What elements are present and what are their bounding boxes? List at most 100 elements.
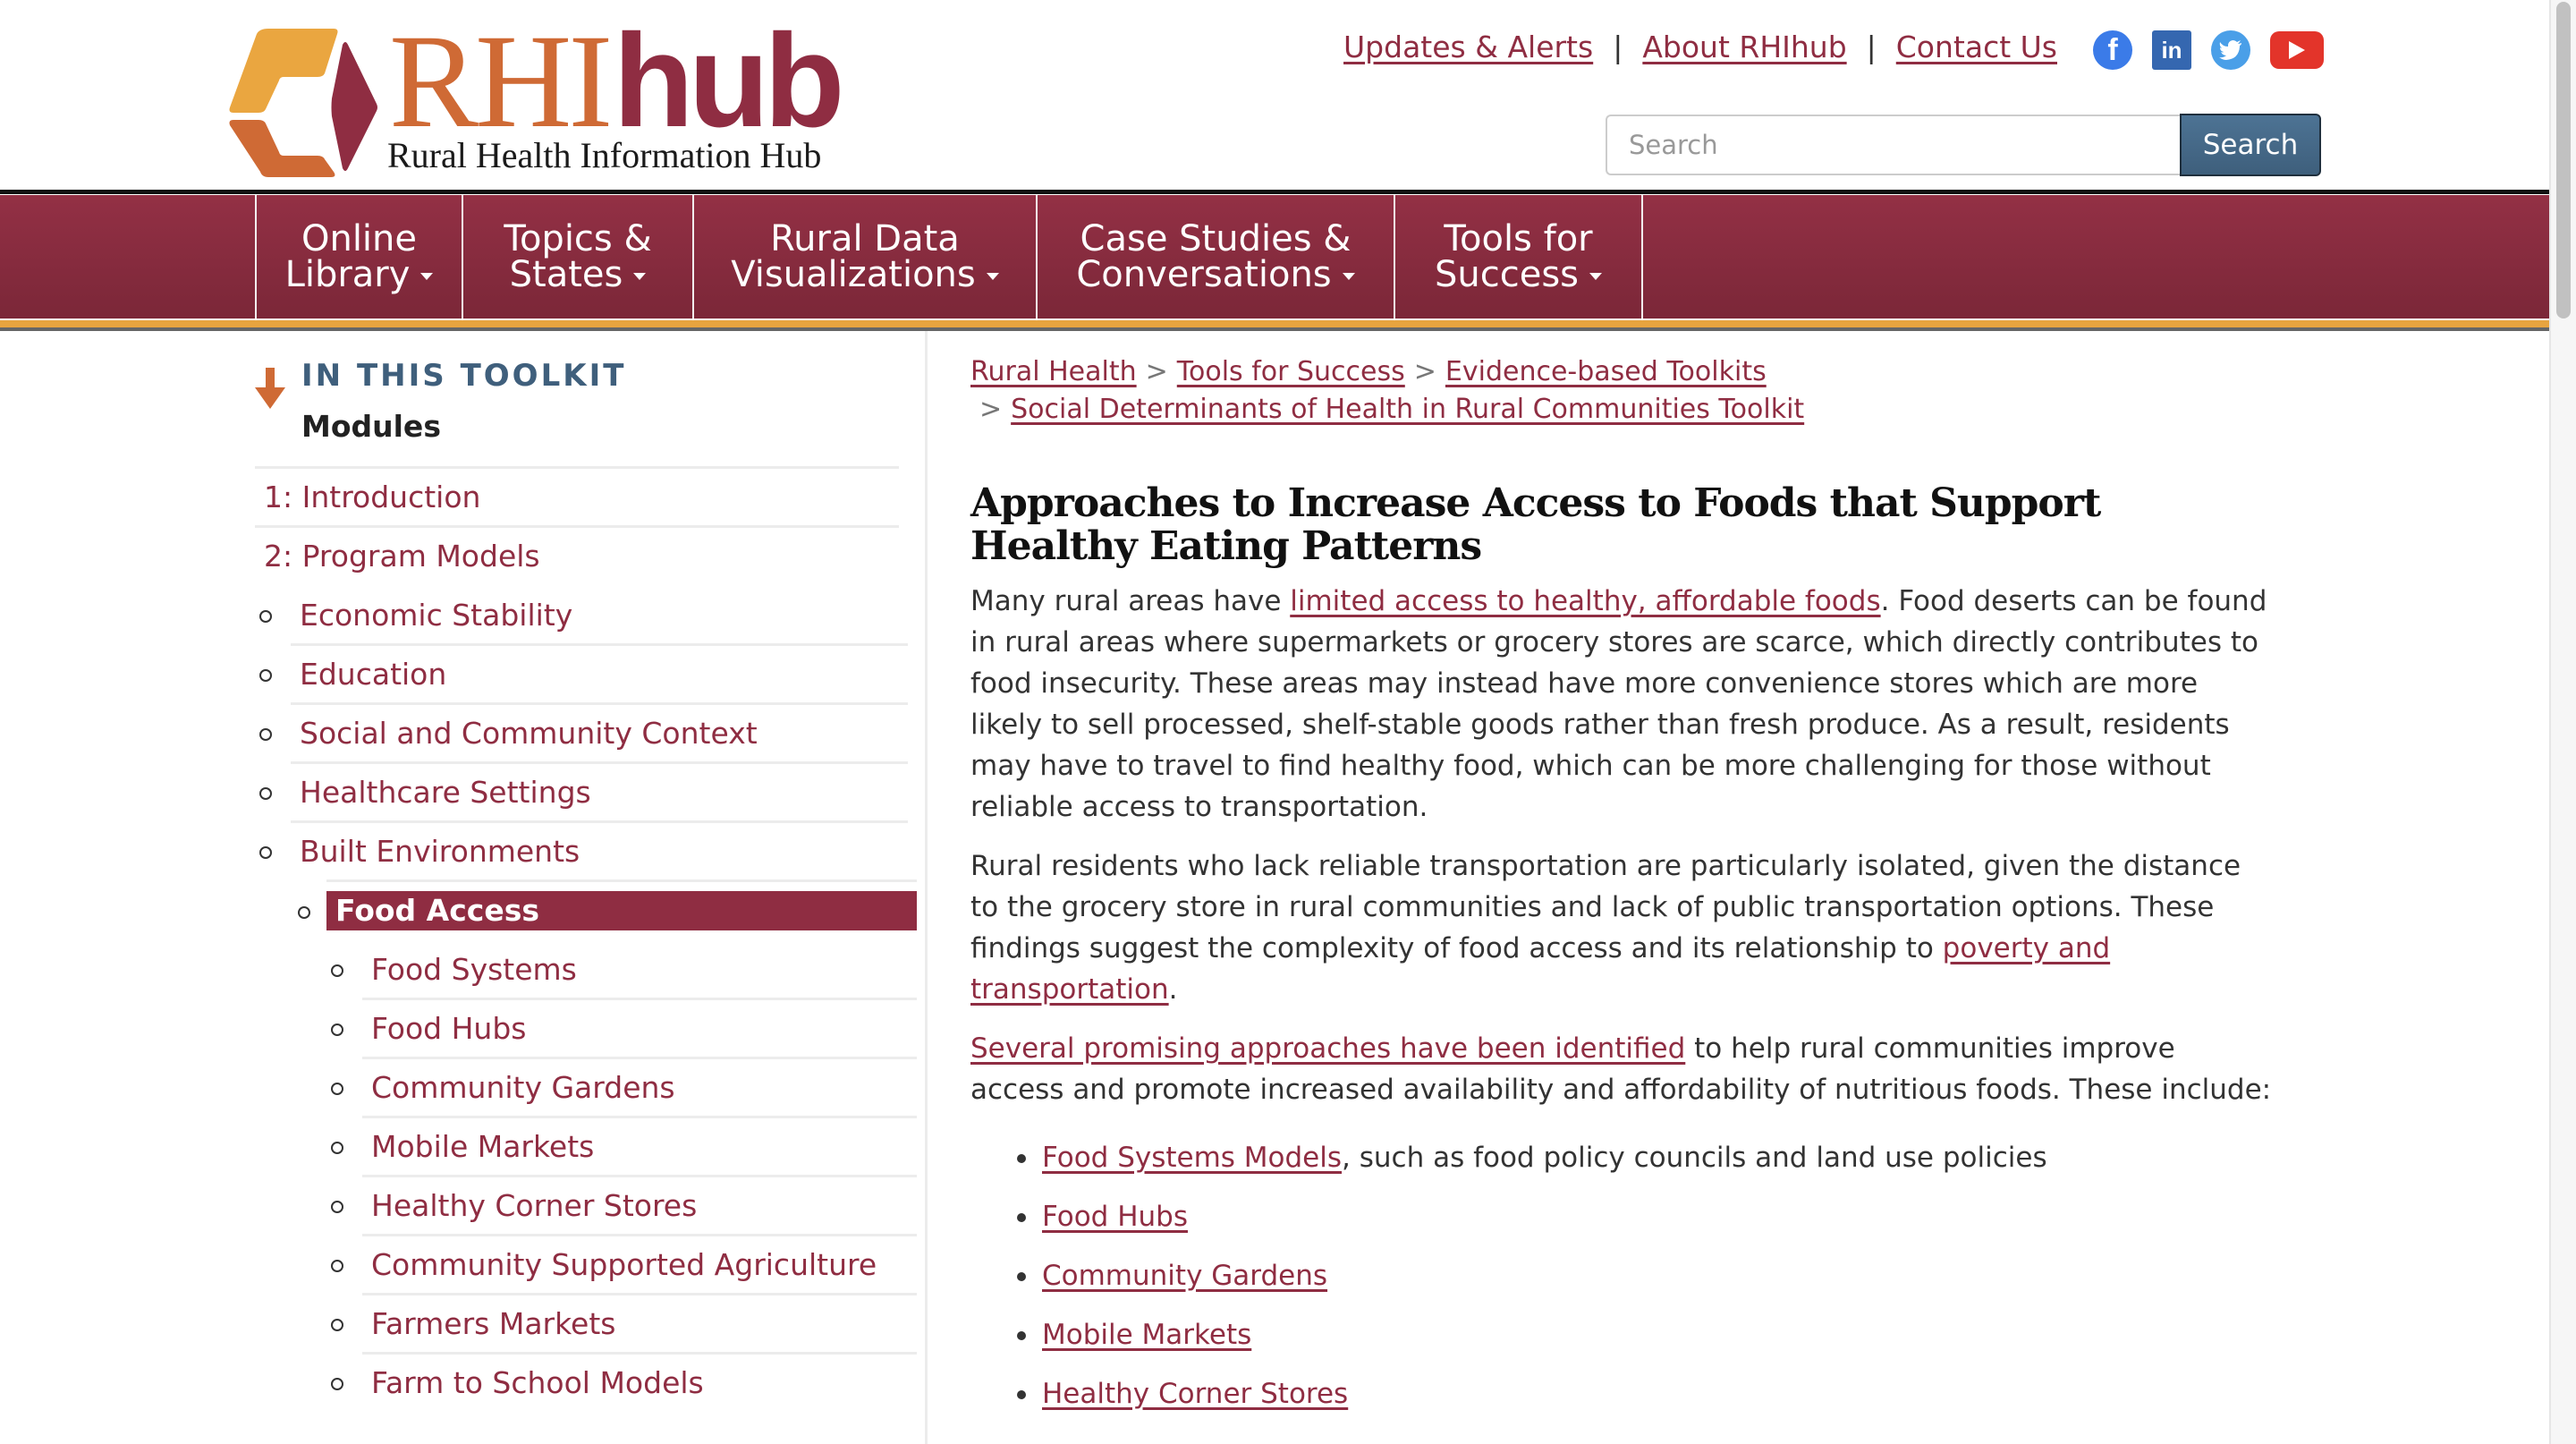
sidebar-item-label: Farm to School Models xyxy=(371,1365,704,1400)
bullet-dot-icon xyxy=(1017,1390,1026,1399)
mobile-markets-link[interactable]: Mobile Markets xyxy=(1042,1319,1251,1351)
list-item: Food Hubs xyxy=(1017,1196,2276,1237)
circle-bullet-icon xyxy=(331,964,343,977)
logo-hub: hub xyxy=(613,7,844,155)
nav-case-studies-conversations[interactable]: Case Studies & Conversations xyxy=(1036,195,1394,319)
paragraph-transportation: Rural residents who lack reliable transp… xyxy=(970,845,2276,1010)
bullet-dot-icon xyxy=(1017,1154,1026,1163)
facebook-icon[interactable]: f xyxy=(2093,30,2132,70)
circle-bullet-icon xyxy=(259,610,272,623)
play-icon xyxy=(2289,41,2305,59)
circle-bullet-icon xyxy=(298,906,310,919)
sidebar-item-introduction[interactable]: 1: Introduction xyxy=(255,466,899,525)
limited-access-link[interactable]: limited access to healthy, affordable fo… xyxy=(1290,585,1880,617)
scrollbar-thumb[interactable] xyxy=(2556,2,2571,319)
toolkit-heading[interactable]: IN THIS TOOLKIT xyxy=(255,353,917,409)
breadcrumb: Rural Health > Tools for Success > Evidence-… xyxy=(970,353,2276,429)
sidebar-item-healthy-corner-stores[interactable]: Healthy Corner Stores xyxy=(331,1175,917,1234)
circle-bullet-icon xyxy=(331,1142,343,1154)
sidebar-item-community-gardens[interactable]: Community Gardens xyxy=(331,1057,917,1116)
breadcrumb-tools-for-success[interactable]: Tools for Success xyxy=(1177,356,1405,387)
sidebar-item-mobile-markets[interactable]: Mobile Markets xyxy=(331,1116,917,1175)
sidebar-item-label: Education xyxy=(300,657,447,692)
arrow-down-icon xyxy=(255,368,285,409)
sidebar-item-farm-to-school-models[interactable]: Farm to School Models xyxy=(331,1352,917,1411)
food-systems-models-link[interactable]: Food Systems Models xyxy=(1042,1142,1342,1174)
nav-top-border xyxy=(0,190,2549,194)
sidebar-item-healthcare-settings[interactable]: Healthcare Settings xyxy=(259,761,908,820)
circle-bullet-icon xyxy=(331,1083,343,1095)
logo-wordmark: RHIhub xyxy=(389,14,845,149)
nav-label-line2: Library xyxy=(284,254,411,295)
breadcrumb-evidence-based-toolkits[interactable]: Evidence-based Toolkits xyxy=(1445,356,1767,387)
sidebar-item-label: Built Environments xyxy=(300,834,580,869)
sidebar-item-farmers-markets[interactable]: Farmers Markets xyxy=(331,1293,917,1352)
nav-rural-data-visualizations[interactable]: Rural Data Visualizations xyxy=(692,195,1036,319)
circle-bullet-icon xyxy=(259,787,272,800)
paragraph-approaches: Several promising approaches have been i… xyxy=(970,1028,2276,1110)
circle-bullet-icon xyxy=(331,1024,343,1036)
twitter-icon[interactable] xyxy=(2211,30,2250,70)
nav-topics-states[interactable]: Topics & States xyxy=(462,195,692,319)
circle-bullet-icon xyxy=(331,1319,343,1331)
breadcrumb-separator: > xyxy=(979,394,1003,425)
page-title: Approaches to Increase Access to Foods t… xyxy=(970,480,2101,569)
toolkit-module-list: 1: Introduction 2: Program Models Econom… xyxy=(255,466,917,1411)
list-item: Food Systems Models, such as food policy… xyxy=(1017,1137,2276,1178)
breadcrumb-sdoh-toolkit[interactable]: Social Determinants of Health in Rural C… xyxy=(1011,394,1804,425)
bullet-dot-icon xyxy=(1017,1331,1026,1340)
sidebar-item-program-models[interactable]: 2: Program Models xyxy=(255,525,899,584)
linkedin-icon[interactable]: in xyxy=(2152,30,2191,70)
sidebar-item-label: 2: Program Models xyxy=(264,539,540,573)
text: . Food deserts can be found in rural are… xyxy=(970,585,2267,823)
healthy-corner-stores-link[interactable]: Healthy Corner Stores xyxy=(1042,1378,1348,1410)
page-scrollbar[interactable] xyxy=(2549,0,2576,1444)
bullet-dot-icon xyxy=(1017,1272,1026,1281)
food-hubs-link[interactable]: Food Hubs xyxy=(1042,1201,1188,1233)
approaches-list: Food Systems Models, such as food policy… xyxy=(970,1137,2276,1414)
sidebar-item-built-environments[interactable]: Built Environments xyxy=(259,820,908,879)
community-gardens-link[interactable]: Community Gardens xyxy=(1042,1260,1327,1292)
circle-bullet-icon xyxy=(259,846,272,859)
sidebar-item-economic-stability[interactable]: Economic Stability xyxy=(259,584,908,643)
sidebar-item-education[interactable]: Education xyxy=(259,643,908,702)
breadcrumb-rural-health[interactable]: Rural Health xyxy=(970,356,1137,387)
nav-label-line2: Success xyxy=(1434,254,1579,295)
promising-approaches-link[interactable]: Several promising approaches have been i… xyxy=(970,1032,1685,1065)
sidebar-item-food-access[interactable]: Food Access xyxy=(298,879,917,939)
sidebar-item-label-active: Food Access xyxy=(326,890,917,930)
search-button[interactable]: Search xyxy=(2180,114,2321,176)
sidebar-item-community-supported-agriculture[interactable]: Community Supported Agriculture xyxy=(331,1234,917,1293)
sidebar-item-label: Social and Community Context xyxy=(300,716,758,751)
modules-label: Modules xyxy=(301,409,441,444)
caret-down-icon xyxy=(1342,273,1355,280)
sidebar-item-food-hubs[interactable]: Food Hubs xyxy=(331,998,917,1057)
bullet-dot-icon xyxy=(1017,1213,1026,1222)
list-item: Mobile Markets xyxy=(1017,1314,2276,1355)
about-rhihub-link[interactable]: About RHIhub xyxy=(1642,30,1846,64)
sidebar-item-label: Food Systems xyxy=(371,952,577,987)
sidebar-item-label: Healthcare Settings xyxy=(300,775,591,810)
rhihub-logo[interactable]: RHIhub Rural Health Information Hub xyxy=(228,14,854,179)
breadcrumb-separator: > xyxy=(1145,356,1168,387)
sidebar-item-label: Healthy Corner Stores xyxy=(371,1188,698,1223)
nav-label-line2: States xyxy=(509,254,623,295)
nav-online-library[interactable]: Online Library xyxy=(255,195,462,319)
list-item: Healthy Corner Stores xyxy=(1017,1373,2276,1414)
youtube-icon[interactable] xyxy=(2270,31,2324,69)
link-separator: | xyxy=(1613,30,1623,64)
list-item: Community Gardens xyxy=(1017,1255,2276,1296)
sidebar-item-social-community-context[interactable]: Social and Community Context xyxy=(259,702,908,761)
sidebar-item-food-systems[interactable]: Food Systems xyxy=(331,939,917,998)
circle-bullet-icon xyxy=(331,1201,343,1213)
toolkit-sidebar: IN THIS TOOLKIT Modules 1: Introduction … xyxy=(255,353,917,1411)
social-links: f in xyxy=(2093,30,2324,70)
logo-hexagon-icon xyxy=(229,29,377,177)
caret-down-icon xyxy=(633,273,647,280)
contact-us-link[interactable]: Contact Us xyxy=(1896,30,2057,64)
nav-tools-for-success[interactable]: Tools for Success xyxy=(1394,195,1643,319)
search-input[interactable] xyxy=(1606,115,2180,175)
updates-alerts-link[interactable]: Updates & Alerts xyxy=(1343,30,1593,64)
main-content: Rural Health > Tools for Success > Evidence-… xyxy=(970,353,2276,1432)
circle-bullet-icon xyxy=(259,669,272,682)
